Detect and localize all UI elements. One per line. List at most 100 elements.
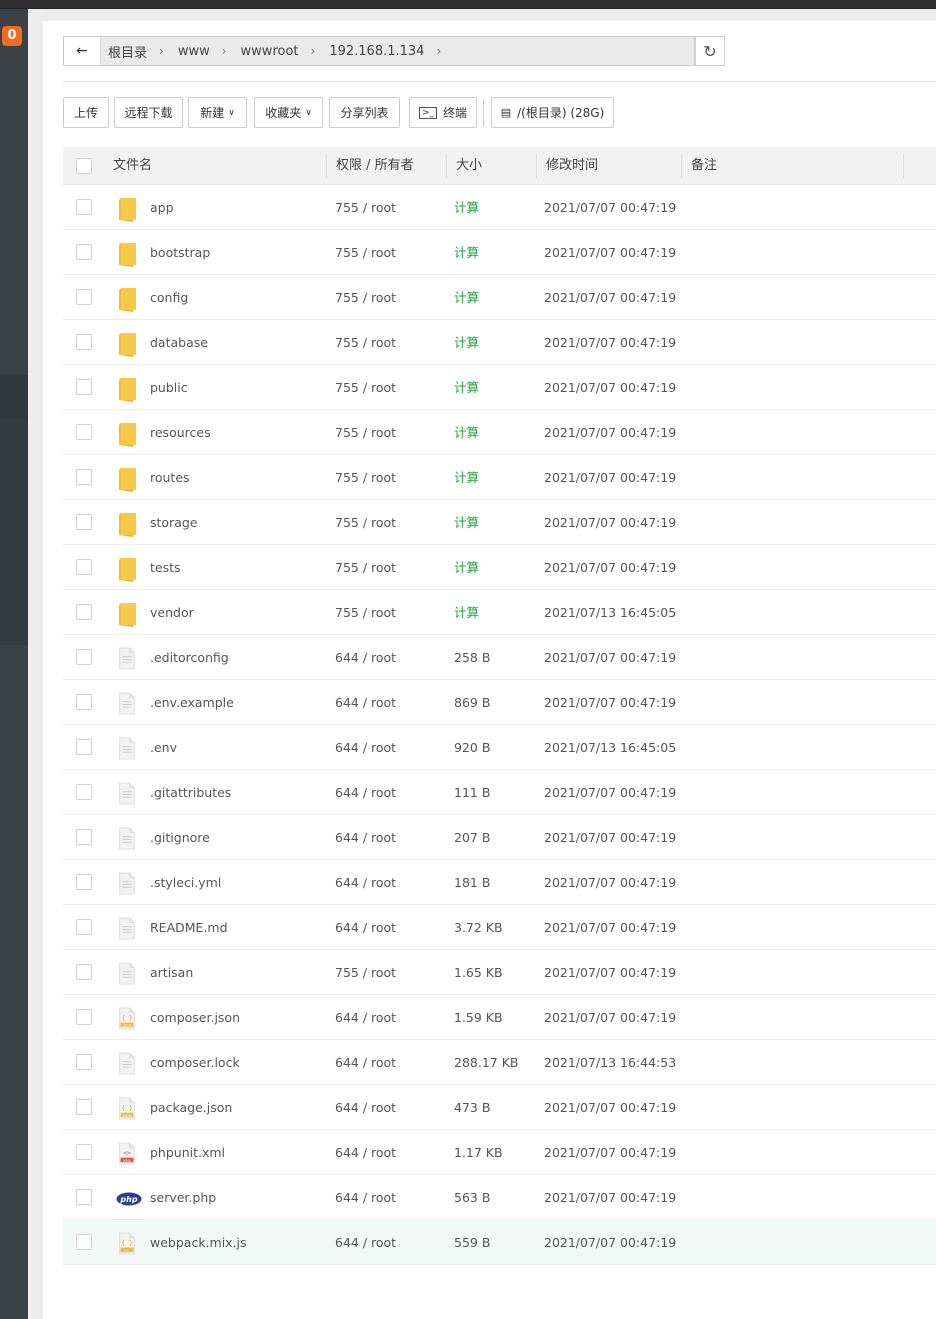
row-checkbox[interactable] <box>76 1234 92 1250</box>
file-name[interactable]: composer.lock <box>150 1040 240 1085</box>
upload-button[interactable]: 上传 <box>63 97 109 128</box>
file-size[interactable]: 计算 <box>454 545 479 590</box>
file-permission[interactable]: 644 / root <box>335 1040 396 1085</box>
select-all-checkbox[interactable] <box>76 158 92 174</box>
file-name[interactable]: composer.json <box>150 995 240 1040</box>
file-size[interactable]: 计算 <box>454 455 479 500</box>
header-name[interactable]: 文件名 <box>113 147 152 185</box>
table-row[interactable]: resources 755 / root 计算 2021/07/07 00:47:19 <box>63 410 936 455</box>
file-size[interactable]: 计算 <box>454 230 479 275</box>
row-checkbox[interactable] <box>76 784 92 800</box>
file-name[interactable]: vendor <box>150 590 194 635</box>
file-permission[interactable]: 644 / root <box>335 1085 396 1130</box>
row-checkbox[interactable] <box>76 964 92 980</box>
file-name[interactable]: tests <box>150 545 181 590</box>
breadcrumb-root[interactable]: 根目录 <box>108 42 147 61</box>
file-size[interactable]: 计算 <box>454 590 479 635</box>
row-checkbox[interactable] <box>76 469 92 485</box>
file-permission[interactable]: 755 / root <box>335 365 396 410</box>
file-permission[interactable]: 755 / root <box>335 455 396 500</box>
favorites-dropdown-button[interactable]: 收藏夹 ∨ <box>254 97 323 128</box>
table-row[interactable]: { } JSON package.json 644 / root 473 B 2021/0… <box>63 1085 936 1130</box>
row-checkbox[interactable] <box>76 1054 92 1070</box>
file-name[interactable]: webpack.mix.js <box>150 1220 247 1265</box>
new-dropdown-button[interactable]: 新建 ∨ <box>188 97 247 128</box>
file-name[interactable]: config <box>150 275 188 320</box>
table-row[interactable]: .env 644 / root 920 B 2021/07/13 16:45:05 <box>63 725 936 770</box>
row-checkbox[interactable] <box>76 874 92 890</box>
file-name[interactable]: storage <box>150 500 198 545</box>
file-name[interactable]: database <box>150 320 208 365</box>
file-permission[interactable]: 644 / root <box>335 635 396 680</box>
file-size[interactable]: 计算 <box>454 185 479 230</box>
file-permission[interactable]: 755 / root <box>335 410 396 455</box>
file-name[interactable]: phpunit.xml <box>150 1130 225 1175</box>
row-checkbox[interactable] <box>76 289 92 305</box>
share-list-button[interactable]: 分享列表 <box>329 97 400 128</box>
table-row[interactable]: app 755 / root 计算 2021/07/07 00:47:19 <box>63 185 936 230</box>
file-permission[interactable]: 644 / root <box>335 770 396 815</box>
file-name[interactable]: public <box>150 365 188 410</box>
table-row[interactable]: composer.lock 644 / root 288.17 KB 2021/07/… <box>63 1040 936 1085</box>
row-checkbox[interactable] <box>76 739 92 755</box>
table-row[interactable]: .gitattributes 644 / root 111 B 2021/07/07 … <box>63 770 936 815</box>
disk-button[interactable]: ▤ /(根目录) (28G) <box>491 97 614 128</box>
terminal-button[interactable]: >_ 终端 <box>409 97 477 128</box>
row-checkbox[interactable] <box>76 514 92 530</box>
row-checkbox[interactable] <box>76 1189 92 1205</box>
row-checkbox[interactable] <box>76 829 92 845</box>
file-permission[interactable]: 644 / root <box>335 1220 396 1265</box>
file-permission[interactable]: 644 / root <box>335 725 396 770</box>
table-row[interactable]: vendor 755 / root 计算 2021/07/13 16:45:05 <box>63 590 936 635</box>
breadcrumb-www[interactable]: www <box>178 44 210 59</box>
file-name[interactable]: artisan <box>150 950 193 995</box>
table-row[interactable]: .editorconfig 644 / root 258 B 2021/07/07 0… <box>63 635 936 680</box>
file-permission[interactable]: 644 / root <box>335 1175 396 1220</box>
file-permission[interactable]: 755 / root <box>335 275 396 320</box>
table-row[interactable]: { } JS webpack.mix.js 644 / root 559 B 2021/0… <box>63 1220 936 1265</box>
row-checkbox[interactable] <box>76 1099 92 1115</box>
table-row[interactable]: php server.php 644 / root 563 B 2021/07/07 0… <box>63 1175 936 1220</box>
breadcrumb-site[interactable]: 192.168.1.134 <box>329 44 424 59</box>
row-checkbox[interactable] <box>76 649 92 665</box>
file-size[interactable]: 计算 <box>454 365 479 410</box>
table-row[interactable]: routes 755 / root 计算 2021/07/07 00:47:19 <box>63 455 936 500</box>
file-name[interactable]: .env.example <box>150 680 234 725</box>
sidebar-active-item[interactable] <box>0 375 28 419</box>
file-permission[interactable]: 755 / root <box>335 185 396 230</box>
file-permission[interactable]: 755 / root <box>335 500 396 545</box>
row-checkbox[interactable] <box>76 1009 92 1025</box>
table-row[interactable]: public 755 / root 计算 2021/07/07 00:47:19 <box>63 365 936 410</box>
file-permission[interactable]: 644 / root <box>335 1130 396 1175</box>
table-row[interactable]: config 755 / root 计算 2021/07/07 00:47:19 <box>63 275 936 320</box>
file-name[interactable]: bootstrap <box>150 230 210 275</box>
file-name[interactable]: app <box>150 185 174 230</box>
file-permission[interactable]: 755 / root <box>335 545 396 590</box>
file-permission[interactable]: 644 / root <box>335 905 396 950</box>
file-size[interactable]: 计算 <box>454 320 479 365</box>
file-size[interactable]: 计算 <box>454 410 479 455</box>
file-permission[interactable]: 755 / root <box>335 590 396 635</box>
breadcrumb-wwwroot[interactable]: wwwroot <box>241 44 299 59</box>
row-checkbox[interactable] <box>76 424 92 440</box>
table-row[interactable]: { } JSON composer.json 644 / root 1.59 KB 202… <box>63 995 936 1040</box>
table-row[interactable]: <> XML phpunit.xml 644 / root 1.17 KB 2021/07… <box>63 1130 936 1175</box>
file-name[interactable]: .env <box>150 725 177 770</box>
row-checkbox[interactable] <box>76 1144 92 1160</box>
table-row[interactable]: tests 755 / root 计算 2021/07/07 00:47:19 <box>63 545 936 590</box>
file-permission[interactable]: 755 / root <box>335 230 396 275</box>
back-button[interactable]: ← <box>64 37 101 65</box>
table-row[interactable]: .gitignore 644 / root 207 B 2021/07/07 00:4… <box>63 815 936 860</box>
header-mtime[interactable]: 修改时间 <box>546 147 598 185</box>
table-row[interactable]: artisan 755 / root 1.65 KB 2021/07/07 00:47… <box>63 950 936 995</box>
file-permission[interactable]: 644 / root <box>335 815 396 860</box>
row-checkbox[interactable] <box>76 244 92 260</box>
row-checkbox[interactable] <box>76 604 92 620</box>
table-row[interactable]: .styleci.yml 644 / root 181 B 2021/07/07 00… <box>63 860 936 905</box>
file-permission[interactable]: 644 / root <box>335 680 396 725</box>
remote-download-button[interactable]: 远程下载 <box>114 97 183 128</box>
table-row[interactable]: README.md 644 / root 3.72 KB 2021/07/07 00:… <box>63 905 936 950</box>
file-name[interactable]: server.php <box>150 1175 216 1220</box>
refresh-button[interactable]: ↻ <box>695 36 725 66</box>
file-name[interactable]: package.json <box>150 1085 232 1130</box>
